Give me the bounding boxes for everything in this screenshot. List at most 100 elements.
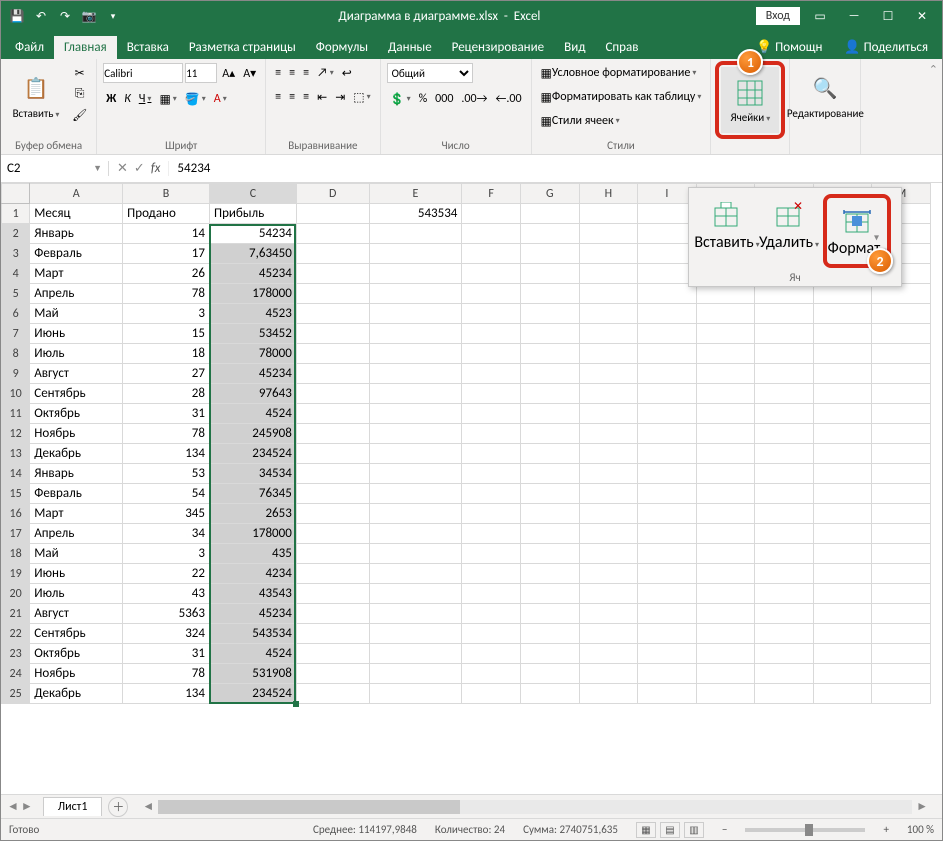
cell-H21[interactable] <box>579 604 638 624</box>
row-header-1[interactable]: 1 <box>2 204 30 224</box>
cell-H12[interactable] <box>579 424 638 444</box>
cell-F2[interactable] <box>462 224 521 244</box>
zoom-level[interactable]: 100 % <box>907 823 934 836</box>
cell-K22[interactable] <box>755 624 814 644</box>
cell-F6[interactable] <box>462 304 521 324</box>
cell-E20[interactable] <box>369 584 462 604</box>
cell-C15[interactable]: 76345 <box>209 484 296 504</box>
align-bottom-icon[interactable]: ≡ <box>300 63 312 83</box>
tab-review[interactable]: Рецензирование <box>442 36 554 59</box>
cell-M12[interactable] <box>872 424 931 444</box>
cell-J13[interactable] <box>696 444 755 464</box>
cell-D14[interactable] <box>296 464 369 484</box>
cell-E17[interactable] <box>369 524 462 544</box>
cell-M21[interactable] <box>872 604 931 624</box>
chevron-right-icon[interactable]: ▾ <box>874 231 879 244</box>
col-header-G[interactable]: G <box>520 184 579 204</box>
cell-A4[interactable]: Март <box>30 264 123 284</box>
cell-D2[interactable] <box>296 224 369 244</box>
cell-J14[interactable] <box>696 464 755 484</box>
cell-D24[interactable] <box>296 664 369 684</box>
cell-F12[interactable] <box>462 424 521 444</box>
cell-E10[interactable] <box>369 384 462 404</box>
cell-G24[interactable] <box>520 664 579 684</box>
cell-G16[interactable] <box>520 504 579 524</box>
cell-M25[interactable] <box>872 684 931 704</box>
cell-I24[interactable] <box>638 664 697 684</box>
cell-I10[interactable] <box>638 384 697 404</box>
cell-C25[interactable]: 234524 <box>209 684 296 704</box>
cell-J17[interactable] <box>696 524 755 544</box>
minimize-button[interactable]: — <box>840 9 868 23</box>
font-color-icon[interactable]: A <box>211 89 230 109</box>
cell-B8[interactable]: 18 <box>123 344 210 364</box>
cell-B6[interactable]: 3 <box>123 304 210 324</box>
cell-D15[interactable] <box>296 484 369 504</box>
cell-F25[interactable] <box>462 684 521 704</box>
cell-H20[interactable] <box>579 584 638 604</box>
row-header-19[interactable]: 19 <box>2 564 30 584</box>
cell-K24[interactable] <box>755 664 814 684</box>
cell-K12[interactable] <box>755 424 814 444</box>
row-header-6[interactable]: 6 <box>2 304 30 324</box>
cell-I21[interactable] <box>638 604 697 624</box>
cell-K7[interactable] <box>755 324 814 344</box>
sheet-nav-prev-icon[interactable]: ◄ <box>7 799 19 814</box>
cell-B24[interactable]: 78 <box>123 664 210 684</box>
name-box[interactable]: C2▼ <box>1 161 109 176</box>
cell-M9[interactable] <box>872 364 931 384</box>
cell-G14[interactable] <box>520 464 579 484</box>
cell-E7[interactable] <box>369 324 462 344</box>
cell-G6[interactable] <box>520 304 579 324</box>
cell-I18[interactable] <box>638 544 697 564</box>
align-top-icon[interactable]: ≡ <box>272 63 284 83</box>
decrease-indent-icon[interactable]: ⇤ <box>314 87 330 107</box>
cell-A12[interactable]: Ноябрь <box>30 424 123 444</box>
cell-M10[interactable] <box>872 384 931 404</box>
cell-M22[interactable] <box>872 624 931 644</box>
col-header-B[interactable]: B <box>123 184 210 204</box>
cell-H10[interactable] <box>579 384 638 404</box>
cell-C13[interactable]: 234524 <box>209 444 296 464</box>
cell-I25[interactable] <box>638 684 697 704</box>
cell-H25[interactable] <box>579 684 638 704</box>
enter-formula-icon[interactable]: ✓ <box>134 161 145 176</box>
cell-B17[interactable]: 34 <box>123 524 210 544</box>
cell-J16[interactable] <box>696 504 755 524</box>
cell-H17[interactable] <box>579 524 638 544</box>
view-normal-icon[interactable]: ▦ <box>636 822 656 838</box>
cell-H8[interactable] <box>579 344 638 364</box>
orientation-icon[interactable]: ↗ <box>314 63 337 83</box>
cell-E18[interactable] <box>369 544 462 564</box>
cell-A21[interactable]: Август <box>30 604 123 624</box>
row-header-3[interactable]: 3 <box>2 244 30 264</box>
cell-B19[interactable]: 22 <box>123 564 210 584</box>
view-page-break-icon[interactable]: ▥ <box>684 822 704 838</box>
cell-K19[interactable] <box>755 564 814 584</box>
col-header-E[interactable]: E <box>369 184 462 204</box>
tab-insert[interactable]: Вставка <box>117 36 179 59</box>
row-header-13[interactable]: 13 <box>2 444 30 464</box>
cell-B3[interactable]: 17 <box>123 244 210 264</box>
cell-F3[interactable] <box>462 244 521 264</box>
cell-I12[interactable] <box>638 424 697 444</box>
col-header-F[interactable]: F <box>462 184 521 204</box>
cell-H3[interactable] <box>579 244 638 264</box>
row-header-9[interactable]: 9 <box>2 364 30 384</box>
cell-J22[interactable] <box>696 624 755 644</box>
cell-C21[interactable]: 45234 <box>209 604 296 624</box>
zoom-slider[interactable] <box>745 828 865 832</box>
cell-H2[interactable] <box>579 224 638 244</box>
cell-K15[interactable] <box>755 484 814 504</box>
underline-button[interactable]: Ч <box>136 89 155 109</box>
zoom-in-button[interactable]: + <box>883 823 888 836</box>
cell-L11[interactable] <box>813 404 872 424</box>
cell-A1[interactable]: Месяц <box>30 204 123 224</box>
border-icon[interactable]: ▦ <box>156 89 179 109</box>
cell-J11[interactable] <box>696 404 755 424</box>
cell-D9[interactable] <box>296 364 369 384</box>
cell-M23[interactable] <box>872 644 931 664</box>
cell-A13[interactable]: Декабрь <box>30 444 123 464</box>
cell-H14[interactable] <box>579 464 638 484</box>
cell-J20[interactable] <box>696 584 755 604</box>
